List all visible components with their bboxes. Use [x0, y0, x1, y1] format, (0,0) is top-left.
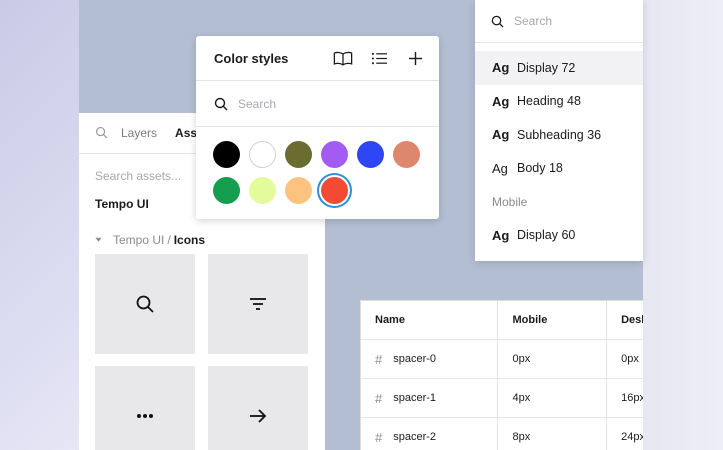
search-icon — [136, 295, 154, 313]
spacing-table: Name Mobile Desktop # spacer-0 0px 0px # s… — [360, 300, 643, 450]
text-style-label: Subheading 36 — [517, 127, 602, 142]
table-cell-name: # spacer-0 — [361, 340, 499, 378]
text-style-item[interactable]: Ag Body 18 — [475, 152, 643, 186]
text-style-item[interactable]: Ag Subheading 36 — [475, 118, 643, 152]
column-header-name[interactable]: Name — [361, 301, 499, 339]
hash-icon: # — [375, 351, 383, 367]
color-swatch[interactable] — [213, 141, 240, 168]
color-swatch[interactable] — [249, 177, 276, 204]
type-sample: Ag — [492, 127, 510, 143]
color-swatch[interactable] — [321, 141, 348, 168]
breadcrumb[interactable]: Tempo UI / Icons — [79, 227, 325, 253]
search-icon — [491, 15, 504, 28]
icon-tile-more[interactable] — [95, 366, 195, 450]
breadcrumb-leaf: Icons — [173, 233, 206, 247]
breadcrumb-root[interactable]: Tempo UI — [113, 233, 164, 247]
text-style-list: Ag Display 72 Ag Heading 48 Ag Subheadin… — [475, 43, 643, 252]
table-row[interactable]: # spacer-2 8px 24px — [361, 418, 643, 450]
search-icon[interactable] — [95, 126, 109, 140]
icon-tile-arrow-right[interactable] — [208, 366, 308, 450]
book-icon[interactable] — [333, 48, 353, 68]
table-cell-name: # spacer-1 — [361, 379, 499, 417]
type-sample: Ag — [492, 93, 510, 109]
color-swatch[interactable] — [285, 141, 312, 168]
table-cell-mobile: 4px — [498, 379, 608, 417]
color-styles-popup: Color styles — [196, 36, 439, 219]
token-name: spacer-2 — [393, 431, 437, 443]
icon-tile-filter[interactable] — [208, 254, 308, 354]
breadcrumb-separator: / — [167, 233, 171, 247]
table-cell-name: # spacer-2 — [361, 418, 499, 450]
column-header-mobile[interactable]: Mobile — [498, 301, 608, 339]
hash-icon: # — [375, 390, 383, 406]
color-styles-title: Color styles — [214, 50, 289, 66]
list-icon[interactable] — [369, 48, 389, 68]
table-row[interactable]: # spacer-1 4px 16px — [361, 379, 643, 418]
arrow-right-icon — [250, 409, 267, 423]
color-swatch[interactable] — [285, 177, 312, 204]
text-style-label: Heading 48 — [517, 94, 581, 109]
table-header-row: Name Mobile Desktop — [361, 301, 643, 340]
color-swatch[interactable] — [249, 141, 276, 168]
tab-layers[interactable]: Layers — [121, 126, 157, 140]
table-row[interactable]: # spacer-0 0px 0px — [361, 340, 643, 379]
type-sample: Ag — [492, 160, 508, 176]
type-sample: Ag — [492, 60, 510, 76]
more-icon — [137, 414, 153, 418]
text-style-item[interactable]: Ag Display 60 — [475, 219, 643, 253]
color-swatch-selected[interactable] — [321, 177, 348, 204]
color-swatch[interactable] — [393, 141, 420, 168]
color-swatch[interactable] — [357, 141, 384, 168]
table-cell-desktop: 0px — [621, 353, 639, 365]
text-style-label: Display 60 — [517, 228, 576, 243]
color-search-bar — [196, 81, 439, 127]
text-style-search-input[interactable] — [514, 14, 634, 28]
caret-down-icon[interactable] — [95, 236, 103, 244]
token-name: spacer-1 — [393, 392, 437, 404]
color-styles-header: Color styles — [196, 36, 439, 81]
right-margin — [643, 0, 723, 450]
table-cell-mobile: 8px — [498, 418, 608, 450]
color-swatch-grid — [196, 127, 439, 204]
type-sample: Ag — [492, 227, 510, 243]
icon-grid — [95, 254, 308, 450]
hash-icon: # — [375, 429, 383, 445]
text-style-label: Body 18 — [517, 161, 563, 176]
text-style-group-label: Mobile — [492, 194, 528, 209]
plus-icon[interactable] — [405, 48, 425, 68]
text-style-item[interactable]: Ag Display 72 — [475, 51, 643, 85]
text-style-label: Display 72 — [517, 60, 576, 75]
text-styles-panel: Ag Display 72 Ag Heading 48 Ag Subheadin… — [475, 0, 643, 261]
column-header-desktop[interactable]: Desktop — [607, 301, 643, 339]
token-name: spacer-0 — [393, 353, 437, 365]
text-style-item[interactable]: Ag Heading 48 — [475, 85, 643, 119]
color-swatch[interactable] — [213, 177, 240, 204]
table-cell-mobile: 0px — [498, 340, 608, 378]
table-cell-desktop: 16px — [621, 392, 643, 404]
text-search-bar — [475, 0, 643, 43]
icon-tile-search[interactable] — [95, 254, 195, 354]
search-icon — [214, 97, 228, 111]
table-cell-desktop: 24px — [621, 431, 643, 443]
filter-icon — [250, 298, 266, 310]
color-search-input[interactable] — [238, 96, 418, 111]
